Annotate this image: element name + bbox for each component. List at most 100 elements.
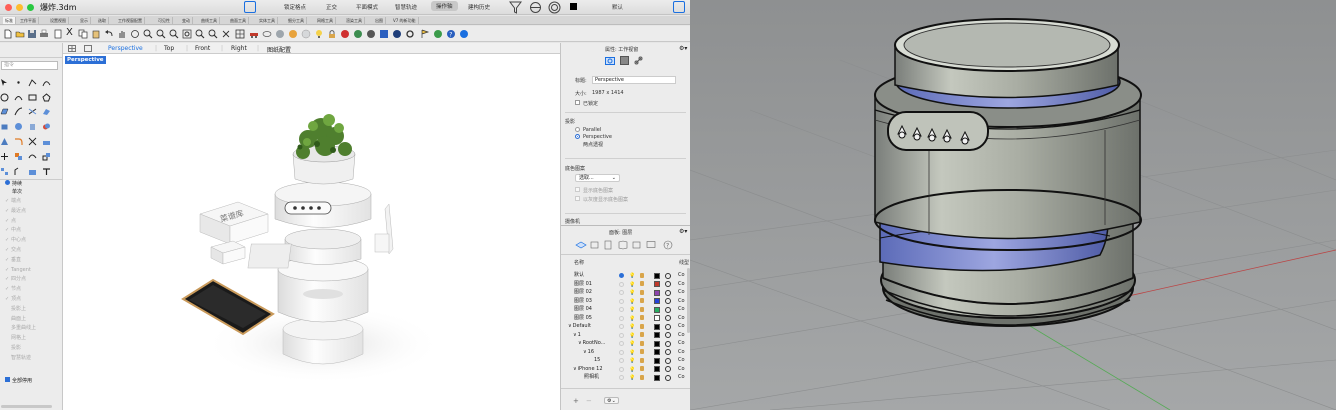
- layer-row[interactable]: 图层 02 💡 Co: [561, 288, 690, 297]
- snap-option[interactable]: ✓ Tangent: [5, 266, 31, 274]
- lock-icon[interactable]: [640, 340, 644, 346]
- layer-row[interactable]: ∨1 💡 Co: [561, 331, 690, 340]
- tab-top[interactable]: Top: [164, 45, 174, 52]
- snap-option[interactable]: 网格上: [5, 334, 26, 342]
- undo-view-icon[interactable]: [221, 29, 231, 39]
- zoom-window-icon[interactable]: [156, 29, 166, 39]
- current-layer-radio[interactable]: [619, 298, 624, 304]
- array-tool-icon[interactable]: [0, 167, 9, 176]
- snap-option[interactable]: 曲面上: [5, 315, 26, 323]
- material-circle-icon[interactable]: [665, 298, 671, 304]
- material-circle-icon[interactable]: [665, 272, 671, 279]
- layer-color-swatch[interactable]: [654, 289, 660, 296]
- projection-parallel-radio[interactable]: [575, 127, 580, 132]
- filter-icon[interactable]: [509, 1, 522, 14]
- visibility-bulb-icon[interactable]: 💡: [629, 374, 635, 383]
- snap-option[interactable]: 投影上: [5, 305, 26, 313]
- light-bulb-icon[interactable]: [314, 29, 324, 39]
- layer-color-swatch[interactable]: [654, 306, 660, 313]
- layer-color-swatch[interactable]: [654, 315, 660, 321]
- toolbar-tab-history[interactable]: 建构历史: [468, 3, 490, 11]
- tab-perspective[interactable]: Perspective: [108, 45, 143, 52]
- circle-tool-icon[interactable]: [0, 93, 9, 102]
- lock-icon[interactable]: [640, 298, 644, 303]
- locked-checkbox[interactable]: [575, 100, 580, 105]
- material-circle-icon[interactable]: [665, 366, 671, 372]
- new-file-icon[interactable]: [3, 29, 13, 39]
- open-file-icon[interactable]: [15, 29, 25, 39]
- extrude-tool-icon[interactable]: [14, 107, 23, 116]
- snap-option[interactable]: 多重曲线上: [5, 324, 36, 332]
- snap-option[interactable]: ✓ 四分点: [5, 275, 26, 283]
- zoom-window-button[interactable]: [27, 4, 34, 11]
- current-layer-radio[interactable]: [619, 315, 624, 321]
- material-circle-icon[interactable]: [665, 357, 671, 364]
- current-layer-radio[interactable]: [619, 324, 624, 329]
- layer-color-swatch[interactable]: [654, 366, 660, 372]
- save-icon[interactable]: [27, 29, 37, 39]
- cut-icon[interactable]: X: [66, 27, 73, 38]
- tab-new-in-v7[interactable]: V7 的新功能: [391, 17, 419, 24]
- material-icon[interactable]: [340, 29, 350, 39]
- tab-set-view[interactable]: 设置视图: [48, 17, 69, 24]
- monitor-icon[interactable]: [646, 241, 656, 248]
- four-view-icon[interactable]: [235, 29, 245, 39]
- layer-color-swatch[interactable]: [654, 340, 660, 347]
- viewport-single-icon[interactable]: [84, 45, 92, 52]
- print-icon[interactable]: [39, 29, 49, 39]
- snap-persistent-option[interactable]: 持续: [5, 180, 22, 188]
- layer-row[interactable]: ∨16 💡 Co: [561, 348, 690, 357]
- paste-icon[interactable]: [91, 29, 101, 39]
- current-layer-radio[interactable]: [619, 290, 624, 295]
- curve-icon[interactable]: [42, 78, 51, 87]
- expand-chevron-icon[interactable]: ∨: [583, 349, 587, 355]
- layer-row[interactable]: 图层 04 💡 Co: [561, 305, 690, 314]
- layers-options-gear-icon[interactable]: ⚙▾: [679, 228, 687, 235]
- layer-row[interactable]: ∨iPhone 12 💡 Co: [561, 365, 690, 374]
- sidebar-toggle-icon[interactable]: [244, 1, 256, 13]
- current-layer-radio[interactable]: [619, 358, 624, 363]
- move-tool-icon[interactable]: [0, 152, 9, 161]
- background-icon[interactable]: [620, 56, 629, 65]
- mirror-tool-icon[interactable]: [14, 167, 23, 176]
- tab-render-tools[interactable]: 渲染工具: [344, 17, 365, 24]
- tab-drafting[interactable]: 出图: [373, 17, 386, 24]
- layer-row[interactable]: 默认 💡 Co: [561, 271, 690, 280]
- lock-icon[interactable]: [640, 332, 644, 337]
- zoom-all-icon[interactable]: [195, 29, 205, 39]
- snap-option[interactable]: ✓ 中点: [5, 226, 21, 234]
- cube-icon[interactable]: [618, 240, 628, 250]
- current-layer-radio[interactable]: [619, 341, 624, 346]
- snap-option[interactable]: ✓ 顶点: [5, 295, 21, 303]
- lock-icon[interactable]: [640, 272, 644, 278]
- rotate-view-icon[interactable]: [130, 29, 140, 39]
- tab-transform[interactable]: 变动: [180, 17, 193, 24]
- lock-icon[interactable]: [640, 349, 644, 354]
- cylinder-tool-icon[interactable]: [28, 122, 37, 131]
- tab-right[interactable]: Right: [231, 45, 247, 52]
- toolbar-tab-smarttrack[interactable]: 智慧轨迹: [395, 3, 417, 11]
- minimize-window-button[interactable]: [16, 4, 23, 11]
- layer-color-swatch[interactable]: [654, 357, 660, 364]
- osnap-icon[interactable]: [529, 1, 542, 14]
- copy-icon[interactable]: [78, 29, 88, 39]
- tab-select[interactable]: 选取: [96, 17, 109, 24]
- material-circle-icon[interactable]: [665, 323, 671, 330]
- material-circle-icon[interactable]: [665, 332, 671, 338]
- wireframe-icon[interactable]: [262, 29, 272, 39]
- material-circle-icon[interactable]: [665, 374, 671, 381]
- material-circle-icon[interactable]: [665, 289, 671, 296]
- layer-row[interactable]: 图层 01 💡 Co: [561, 280, 690, 289]
- material-circle-icon[interactable]: [665, 306, 671, 313]
- car-icon[interactable]: [249, 29, 259, 39]
- camera-icon[interactable]: [605, 56, 615, 65]
- tab-curve-tools[interactable]: 曲线工具: [199, 17, 220, 24]
- current-layer-radio[interactable]: [619, 332, 624, 338]
- snap-option[interactable]: ✓ 最近点: [5, 207, 26, 215]
- material-circle-icon[interactable]: [665, 340, 671, 347]
- split-tool-icon[interactable]: [42, 137, 51, 146]
- material-circle-icon[interactable]: [665, 315, 671, 321]
- tab-viewport-layout[interactable]: 工作视窗配置: [116, 17, 145, 24]
- layer-color-swatch[interactable]: [654, 272, 660, 279]
- render-icon[interactable]: [353, 29, 363, 39]
